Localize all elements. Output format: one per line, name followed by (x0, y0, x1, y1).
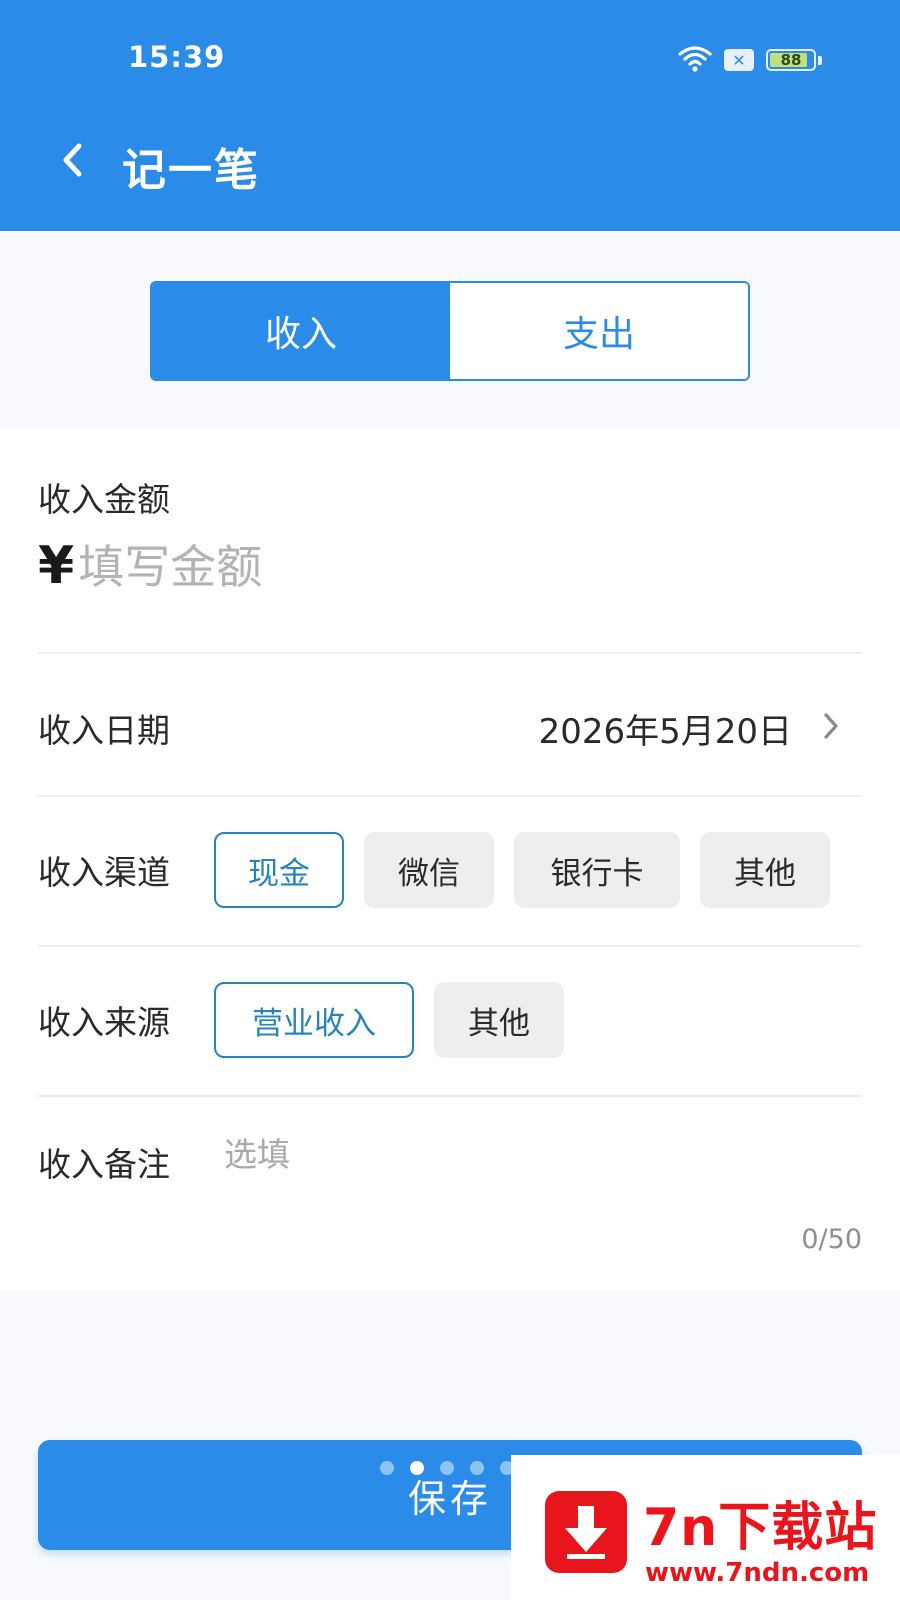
remark-label: 收入备注 (38, 1145, 170, 1184)
source-row: 收入来源 营业收入 其他 (38, 982, 584, 1058)
battery-level: 88 (780, 51, 802, 69)
tab-income[interactable]: 收入 (152, 283, 450, 379)
carousel-dot (380, 1461, 394, 1475)
app-header: 15:39 ✕ 88 记一笔 (0, 0, 900, 231)
divider (38, 652, 862, 654)
remark-char-counter: 0/50 (801, 1224, 862, 1255)
channel-row: 收入渠道 现金 微信 银行卡 其他 (38, 832, 850, 908)
channel-option-other[interactable]: 其他 (700, 832, 830, 908)
carousel-dot (410, 1461, 424, 1475)
watermark-title: 7n下载站 (643, 1498, 878, 1558)
watermark: 7n下载站 www.7ndn.com (511, 1455, 900, 1600)
carousel-dots (380, 1461, 514, 1475)
type-toggle: 收入 支出 (150, 281, 750, 381)
carousel-dot (470, 1461, 484, 1475)
source-label: 收入来源 (38, 1003, 170, 1042)
back-button[interactable] (52, 138, 92, 182)
currency-symbol: ¥ (38, 536, 75, 596)
source-option-business[interactable]: 营业收入 (214, 982, 414, 1058)
amount-input[interactable] (74, 540, 579, 594)
date-value[interactable]: 2026年5月20日 (539, 704, 792, 753)
channel-option-bank-card[interactable]: 银行卡 (514, 832, 680, 908)
download-arrow-icon (545, 1491, 627, 1573)
amount-label: 收入金额 (38, 480, 170, 519)
watermark-url: www.7ndn.com (645, 1558, 870, 1588)
divider (38, 945, 862, 947)
channel-option-cash[interactable]: 现金 (214, 832, 344, 908)
divider (38, 795, 862, 797)
carousel-dot (440, 1461, 454, 1475)
tab-expense[interactable]: 支出 (450, 283, 748, 379)
sim-no-signal-icon: ✕ (724, 49, 754, 71)
status-time: 15:39 (128, 40, 226, 74)
wifi-icon (678, 44, 712, 76)
income-form: 收入金额 ¥ 收入日期 2026年5月20日 收入渠道 现金 微信 银行卡 其他… (0, 428, 900, 1290)
battery-tip (818, 55, 822, 65)
amount-field: ¥ (38, 536, 579, 596)
status-icons: ✕ 88 (678, 44, 822, 76)
source-option-other[interactable]: 其他 (434, 982, 564, 1058)
chevron-left-icon (63, 143, 82, 177)
channel-label: 收入渠道 (38, 853, 170, 892)
page-title: 记一笔 (122, 145, 260, 196)
divider (38, 1095, 862, 1097)
date-label: 收入日期 (38, 711, 170, 750)
battery-icon: 88 (766, 49, 816, 71)
remark-input[interactable] (222, 1134, 826, 1175)
channel-option-wechat[interactable]: 微信 (364, 832, 494, 908)
chevron-right-icon[interactable] (816, 708, 846, 744)
